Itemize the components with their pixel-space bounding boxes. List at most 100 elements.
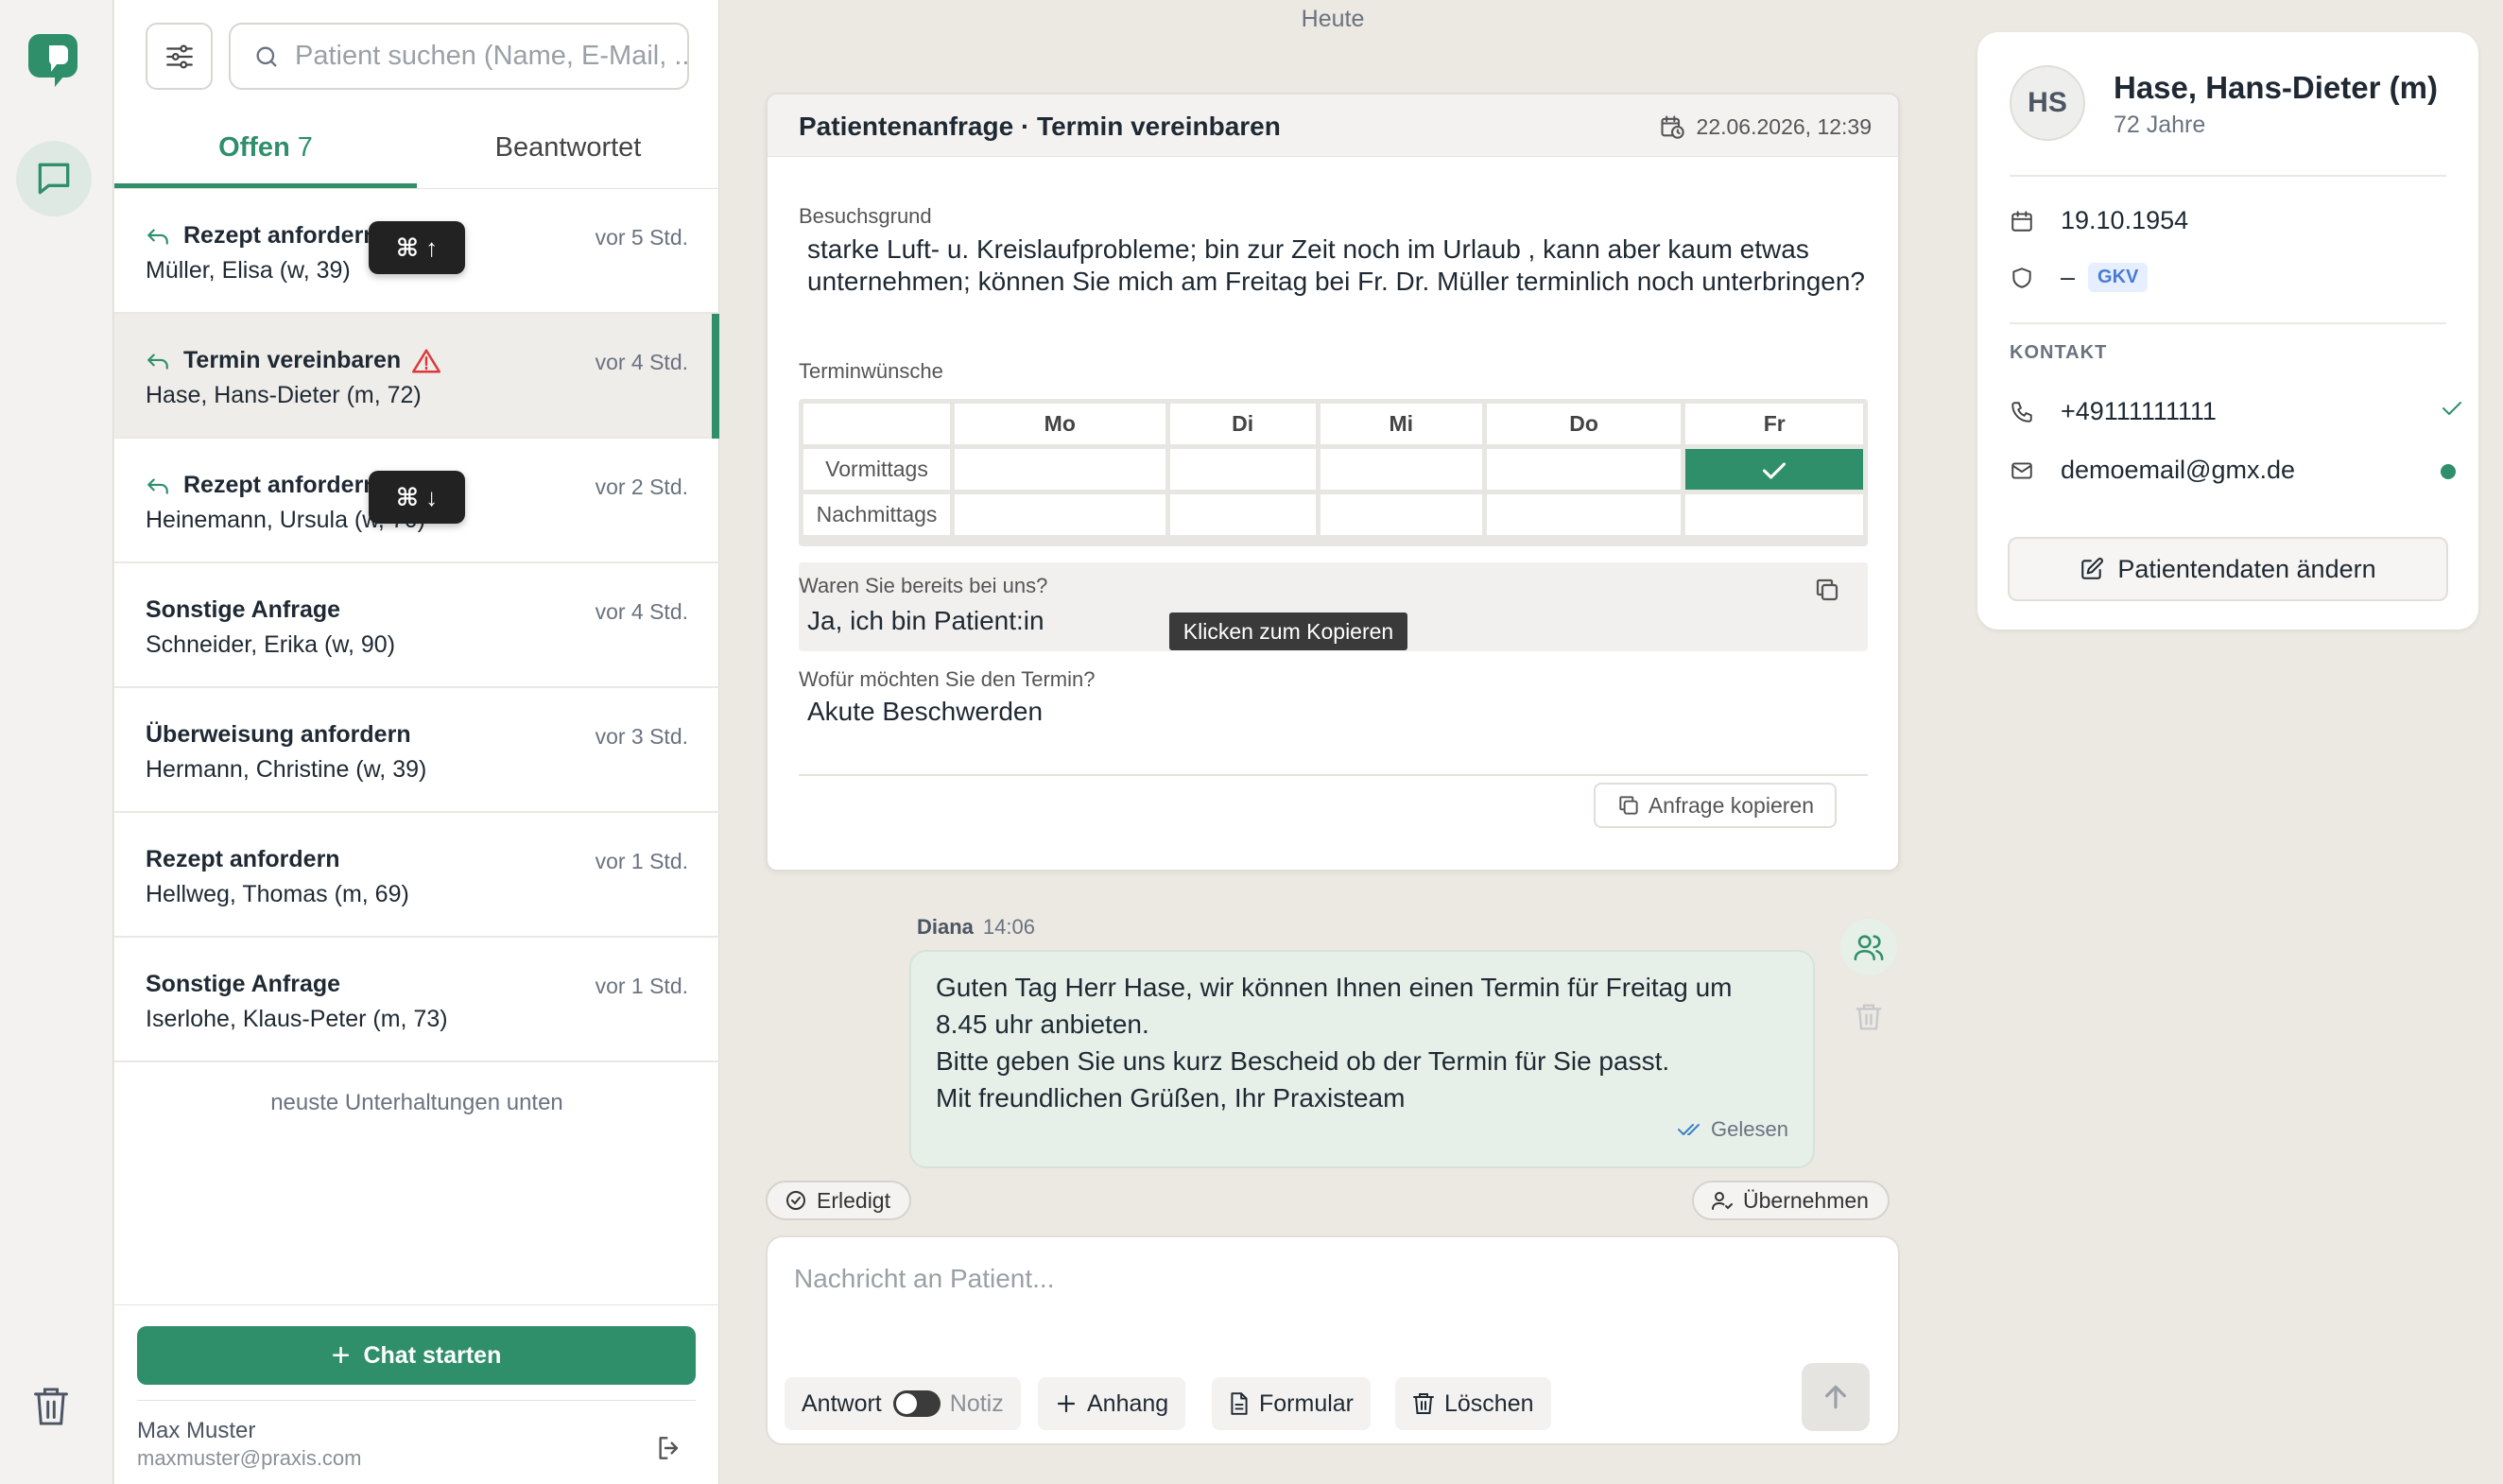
birthdate: 19.10.1954 bbox=[2061, 206, 2189, 234]
copy-icon[interactable] bbox=[1813, 576, 1841, 604]
item-title: Sonstige Anfrage bbox=[146, 971, 341, 997]
form-label: Formular bbox=[1259, 1389, 1355, 1417]
message-line: Guten Tag Herr Hase, wir können Ihnen ei… bbox=[936, 973, 1733, 1039]
request-title: Patientenanfrage · Termin vereinbaren bbox=[799, 112, 1281, 141]
trash-icon[interactable] bbox=[32, 1385, 74, 1432]
plus-icon: + bbox=[331, 1337, 351, 1373]
search-icon bbox=[253, 43, 280, 70]
attach-button[interactable]: Anhang bbox=[1038, 1377, 1186, 1430]
chat-start-button[interactable]: + Chat starten bbox=[137, 1326, 696, 1385]
calendar-icon bbox=[2010, 209, 2061, 233]
grid-cell bbox=[1169, 449, 1316, 490]
item-patient: Hellweg, Thomas (m, 69) bbox=[146, 881, 409, 907]
list-item[interactable]: Überweisung anfordern Hermann, Christine… bbox=[114, 688, 719, 813]
tab-open[interactable]: Offen 7 bbox=[114, 132, 417, 164]
item-time: vor 2 Std. bbox=[595, 475, 688, 499]
double-check-icon bbox=[1677, 1121, 1711, 1138]
tab-bar: Offen 7 Beantwortet bbox=[114, 123, 719, 189]
message-author: Diana bbox=[917, 915, 974, 939]
email-row[interactable]: demoemail@gmx.de bbox=[2010, 456, 2295, 485]
item-patient: Müller, Elisa (w, 39) bbox=[146, 257, 351, 284]
patient-panel: HS Hase, Hans-Dieter (m) 72 Jahre 19.10.… bbox=[1977, 32, 2478, 630]
contact-heading: KONTAKT bbox=[2010, 342, 2108, 363]
purpose-label: Wofür möchten Sie den Termin? bbox=[799, 667, 1096, 691]
copy-tooltip: Klicken zum Kopieren bbox=[1169, 613, 1407, 650]
list-item[interactable]: Sonstige Anfrage Schneider, Erika (w, 90… bbox=[114, 563, 719, 688]
message-bubble: Guten Tag Herr Hase, wir können Ihnen ei… bbox=[909, 950, 1815, 1168]
edit-patient-label: Patientendaten ändern bbox=[2117, 554, 2376, 583]
done-button[interactable]: Erledigt bbox=[766, 1181, 911, 1220]
visited-label: Waren Sie bereits bei uns? bbox=[799, 574, 1048, 597]
grid-day: Mi bbox=[1320, 404, 1482, 444]
chat-start-label: Chat starten bbox=[363, 1341, 502, 1369]
done-label: Erledigt bbox=[817, 1187, 890, 1213]
mode-switch[interactable] bbox=[892, 1390, 941, 1417]
patient-name: Hase, Hans-Dieter (m) bbox=[2114, 70, 2438, 105]
message-input[interactable] bbox=[794, 1264, 1834, 1320]
chat-logo-icon[interactable] bbox=[26, 32, 83, 89]
note-label: Notiz bbox=[949, 1389, 1004, 1417]
item-patient: Hermann, Christine (w, 39) bbox=[146, 756, 427, 783]
message-time: 14:06 bbox=[982, 915, 1035, 939]
copy-icon bbox=[1616, 793, 1649, 818]
edit-patient-button[interactable]: Patientendaten ändern bbox=[2008, 537, 2448, 601]
grid-day: Do bbox=[1486, 404, 1682, 444]
active-tab-indicator bbox=[114, 183, 417, 188]
item-time: vor 4 Std. bbox=[595, 350, 688, 374]
selection-indicator bbox=[712, 314, 719, 439]
message-composer: Antwort Notiz Anhang Formular Löschen bbox=[766, 1235, 1900, 1445]
delete-button[interactable]: Löschen bbox=[1395, 1377, 1551, 1430]
grid-cell bbox=[1320, 449, 1482, 490]
phone-row[interactable]: +49111111111 bbox=[2010, 397, 2217, 426]
search-input[interactable] bbox=[295, 41, 687, 72]
tab-open-count: 7 bbox=[297, 132, 313, 163]
message-meta: Diana 14:06 bbox=[917, 915, 1035, 940]
copy-request-button[interactable]: Anfrage kopieren bbox=[1593, 783, 1837, 828]
item-title: Sonstige Anfrage bbox=[146, 596, 341, 623]
edit-icon bbox=[2080, 557, 2117, 581]
item-time: vor 4 Std. bbox=[595, 599, 688, 624]
take-over-button[interactable]: Übernehmen bbox=[1692, 1181, 1890, 1220]
item-title: Termin vereinbaren bbox=[183, 347, 402, 373]
appointment-grid: Mo Di Mi Do Fr Vormittags Nachmittags bbox=[799, 399, 1868, 546]
answer-note-toggle[interactable]: Antwort Notiz bbox=[785, 1377, 1021, 1430]
message-line: Bitte geben Sie uns kurz Bescheid ob der… bbox=[936, 1046, 1670, 1076]
item-time: vor 1 Std. bbox=[595, 974, 688, 998]
list-item[interactable]: Rezept anfordern Hellweg, Thomas (m, 69)… bbox=[114, 813, 719, 938]
check-icon bbox=[1761, 460, 1787, 481]
mail-icon bbox=[2010, 458, 2061, 483]
tab-answered[interactable]: Beantwortet bbox=[417, 132, 719, 164]
team-users-icon[interactable] bbox=[1840, 919, 1897, 975]
tab-open-label: Offen bbox=[218, 132, 290, 163]
item-time: vor 5 Std. bbox=[595, 225, 688, 250]
date-separator: Heute bbox=[1301, 6, 1365, 32]
item-patient: Schneider, Erika (w, 90) bbox=[146, 631, 396, 658]
logout-icon[interactable] bbox=[654, 1433, 684, 1463]
plus-icon bbox=[1055, 1392, 1087, 1415]
message-square-icon[interactable] bbox=[16, 141, 92, 216]
reason-text: starke Luft- u. Kreislaufprobleme; bin z… bbox=[807, 234, 1865, 296]
form-button[interactable]: Formular bbox=[1212, 1377, 1372, 1430]
grid-day: Mo bbox=[955, 404, 1165, 444]
list-item-selected[interactable]: Termin vereinbaren Hase, Hans-Dieter (m,… bbox=[114, 314, 719, 439]
delete-message-icon[interactable] bbox=[1855, 1002, 1883, 1032]
item-title: Rezept anfordern bbox=[146, 846, 340, 872]
grid-cell bbox=[1685, 494, 1863, 535]
grid-cell-selected bbox=[1685, 449, 1863, 490]
grid-day: Di bbox=[1169, 404, 1316, 444]
request-header: Patientenanfrage · Termin vereinbaren 22… bbox=[768, 95, 1898, 157]
search-field[interactable] bbox=[229, 23, 689, 90]
answer-label: Antwort bbox=[802, 1389, 882, 1417]
list-item[interactable]: Sonstige Anfrage Iserlohe, Klaus-Peter (… bbox=[114, 938, 719, 1062]
patient-age: 72 Jahre bbox=[2114, 112, 2206, 138]
filter-button[interactable] bbox=[146, 23, 213, 90]
take-over-label: Übernehmen bbox=[1743, 1187, 1869, 1213]
item-patient: Hase, Hans-Dieter (m, 72) bbox=[146, 382, 422, 408]
item-patient: Iserlohe, Klaus-Peter (m, 73) bbox=[146, 1006, 448, 1032]
grid-cell bbox=[1169, 494, 1316, 535]
reply-arrow-icon bbox=[146, 226, 170, 247]
send-button[interactable] bbox=[1802, 1363, 1870, 1431]
read-status-text: Gelesen bbox=[1711, 1117, 1788, 1141]
check-icon bbox=[2441, 399, 2463, 418]
delete-label: Löschen bbox=[1444, 1389, 1534, 1417]
